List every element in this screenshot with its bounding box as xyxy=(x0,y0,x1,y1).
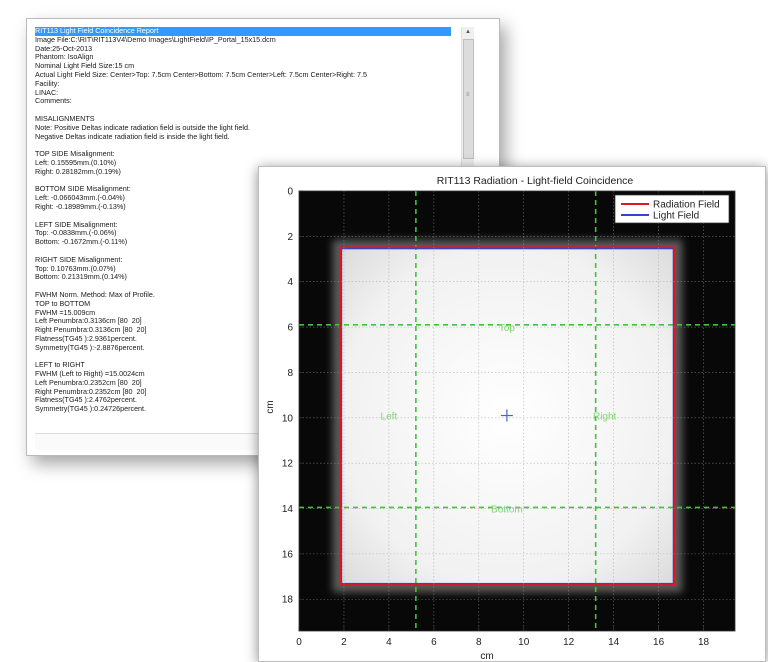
report-line[interactable] xyxy=(35,106,459,115)
x-axis-label: cm xyxy=(480,651,493,661)
y-tick-label: 18 xyxy=(282,595,294,606)
x-tick-label: 14 xyxy=(608,637,620,648)
y-tick-label: 8 xyxy=(287,368,293,379)
x-tick-label: 6 xyxy=(431,637,437,648)
x-tick-label: 0 xyxy=(296,637,302,648)
x-tick-label: 8 xyxy=(476,637,482,648)
plot-window: RIT113 Radiation - Light-field Coinciden… xyxy=(258,166,766,662)
field-label-bottom: Bottom xyxy=(491,505,523,516)
x-tick-label: 16 xyxy=(653,637,665,648)
plot-area[interactable]: Top Bottom Left Right xyxy=(299,191,735,631)
legend-entry: Radiation Field xyxy=(653,200,720,211)
scroll-up-arrow-icon[interactable]: ▲ xyxy=(462,27,474,38)
y-tick-label: 10 xyxy=(282,413,294,424)
y-tick-label: 2 xyxy=(287,232,293,243)
plot-title: RIT113 Radiation - Light-field Coinciden… xyxy=(437,175,634,187)
report-line[interactable]: Facility: xyxy=(35,79,459,89)
y-tick-label: 0 xyxy=(287,187,293,198)
report-line[interactable]: LINAC: xyxy=(35,88,459,98)
x-tick-label: 12 xyxy=(563,637,575,648)
x-tick-label: 18 xyxy=(698,637,710,648)
x-tick-label: 4 xyxy=(386,637,392,648)
coincidence-plot[interactable]: RIT113 Radiation - Light-field Coinciden… xyxy=(259,167,765,661)
report-line[interactable]: Date:25-Oct-2013 xyxy=(35,44,459,54)
grip-icon: ≡ xyxy=(466,92,470,98)
x-tick-label: 2 xyxy=(341,637,347,648)
report-line[interactable]: Comments: xyxy=(35,97,459,106)
scroll-thumb[interactable]: ≡ xyxy=(463,39,474,159)
report-line[interactable]: Image File:C:\RIT\RIT113V4\Demo Images\L… xyxy=(35,35,459,45)
legend: Radiation FieldLight Field xyxy=(614,194,730,224)
y-tick-label: 16 xyxy=(282,549,294,560)
report-line[interactable]: Actual Light Field Size: Center>Top: 7.5… xyxy=(35,70,459,80)
y-tick-label: 14 xyxy=(282,504,294,515)
field-label-right: Right xyxy=(593,412,617,423)
field-label-top: Top xyxy=(499,323,516,334)
y-axis-label: cm xyxy=(265,400,276,413)
y-tick-label: 4 xyxy=(287,277,293,288)
field-label-left: Left xyxy=(381,412,398,423)
legend-entry: Light Field xyxy=(653,211,699,222)
y-tick-label: 6 xyxy=(287,323,293,334)
y-tick-label: 12 xyxy=(282,459,294,470)
report-line[interactable]: Negative Deltas indicate radiation field… xyxy=(35,132,459,142)
x-tick-label: 10 xyxy=(518,637,530,648)
